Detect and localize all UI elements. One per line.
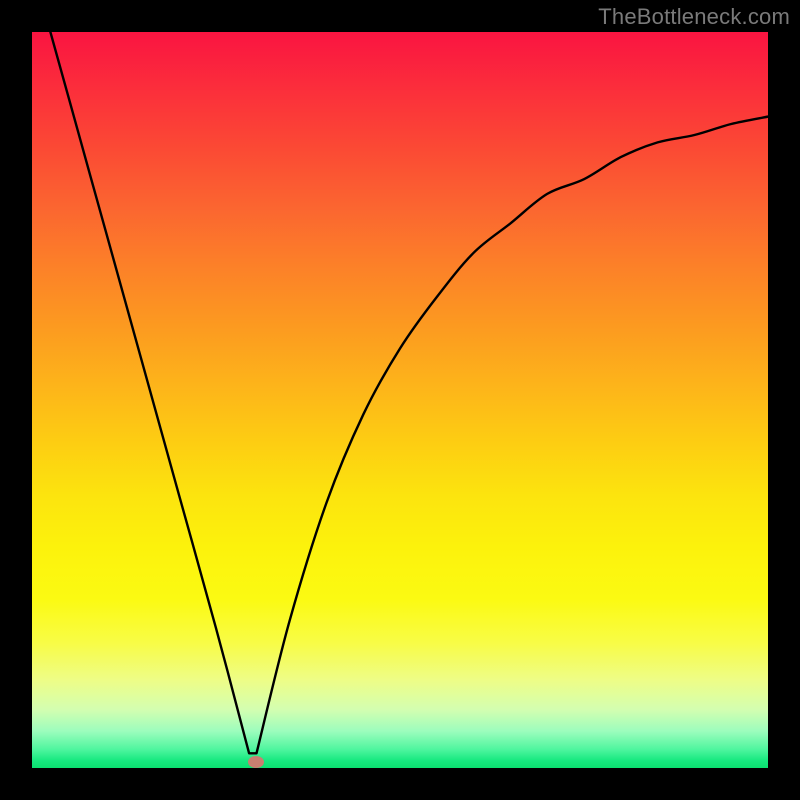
bottleneck-curve [32, 32, 768, 768]
plot-area [32, 32, 768, 768]
optimum-marker [248, 756, 264, 768]
chart-frame: TheBottleneck.com [0, 0, 800, 800]
attribution-text: TheBottleneck.com [598, 4, 790, 30]
